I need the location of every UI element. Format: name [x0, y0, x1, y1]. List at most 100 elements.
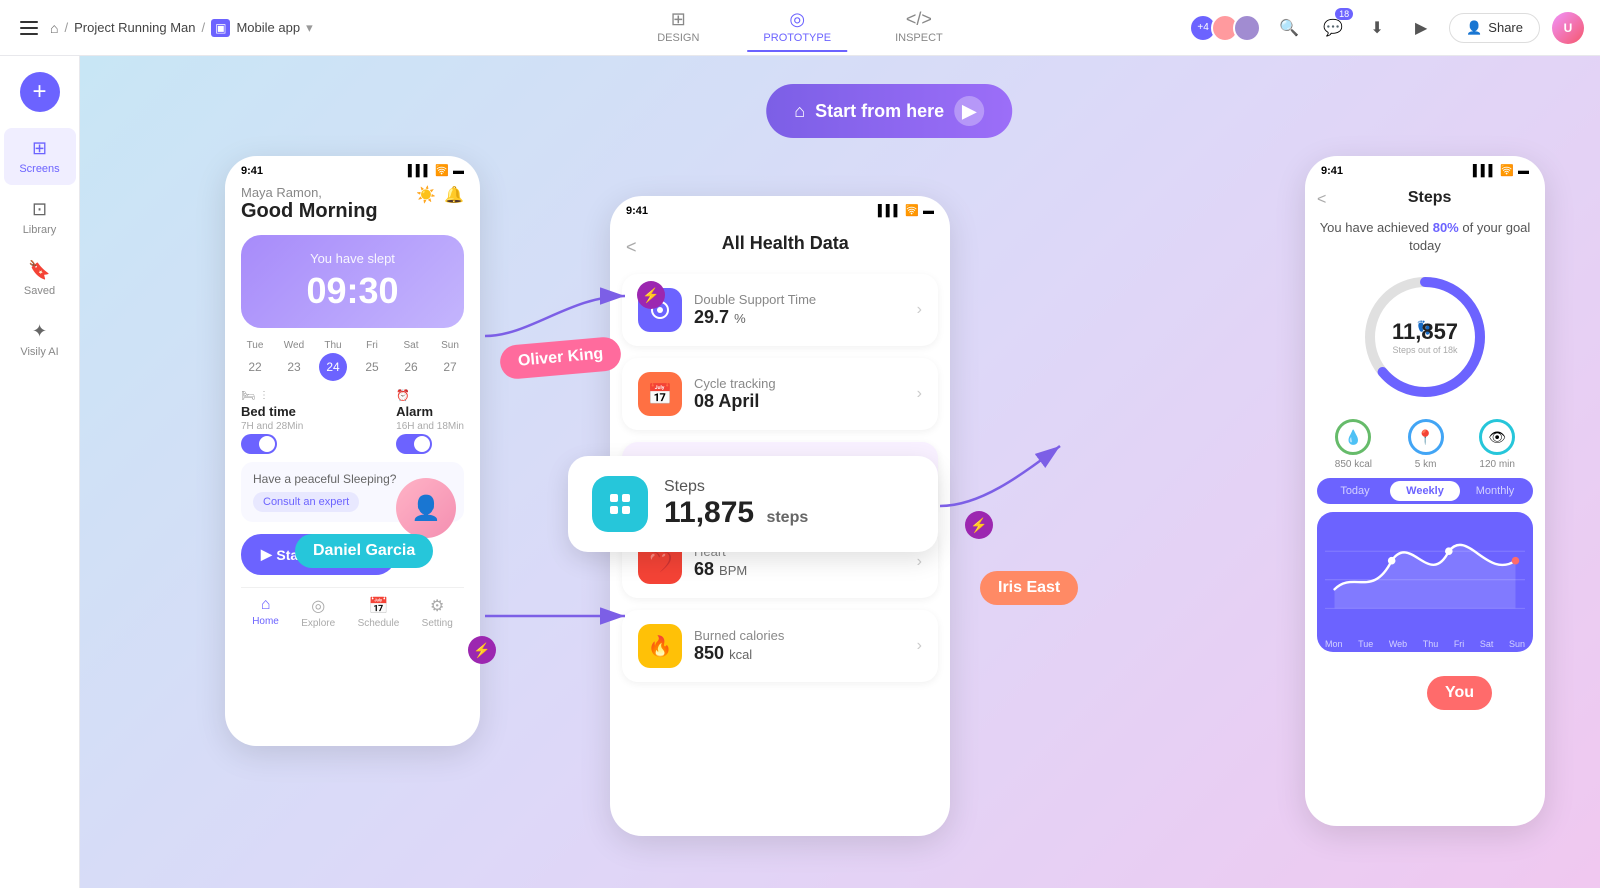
- nav-schedule[interactable]: 📅 Schedule: [358, 596, 400, 629]
- screens-icon: ⊞: [32, 138, 47, 159]
- gauge-center: 11,857 Steps out of 18k: [1392, 319, 1458, 355]
- visily-ai-icon: ✦: [32, 321, 47, 342]
- character-image: 👤: [396, 478, 456, 538]
- notif-badge: 18: [1335, 8, 1353, 20]
- sidebar: + ⊞ Screens ⊡ Library 🔖 Saved ✦ Visily A…: [0, 56, 80, 888]
- tab-design-label: DESIGN: [657, 32, 699, 44]
- home-icon[interactable]: ⌂: [50, 20, 58, 36]
- lightning-1: ⚡: [637, 281, 665, 309]
- daniel-garcia-label: Daniel Garcia: [295, 534, 433, 568]
- prototype-icon: ◎: [789, 9, 805, 30]
- good-morning-text: Good Morning: [241, 200, 378, 223]
- nav-home[interactable]: ⌂ Home: [252, 596, 279, 629]
- day-thu[interactable]: Thu 24: [319, 340, 347, 381]
- phone2-status-icons: ▌▌▌ 🛜 ▬: [878, 204, 934, 217]
- play-button[interactable]: ▶: [1405, 12, 1437, 44]
- wifi-icon3: 🛜: [1500, 164, 1514, 177]
- sleep-label: You have slept: [257, 251, 448, 266]
- health-item-calories[interactable]: 🔥 Burned calories 850 kcal ›: [622, 610, 938, 682]
- start-from-here-button[interactable]: ⌂ Start from here ▶: [766, 84, 1012, 138]
- lightning-2: ⚡: [965, 511, 993, 539]
- alarm-toggle[interactable]: [396, 434, 432, 454]
- search-button[interactable]: 🔍: [1273, 12, 1305, 44]
- sidebar-item-library[interactable]: ⊡ Library: [4, 189, 76, 246]
- signal-icon: ▌▌▌: [408, 165, 431, 177]
- cycle-tracking-icon: 📅: [638, 372, 682, 416]
- visily-ai-label: Visily AI: [20, 346, 58, 358]
- day-sun: Sun 27: [436, 340, 464, 381]
- phone2-statusbar: 9:41 ▌▌▌ 🛜 ▬: [610, 196, 950, 225]
- share-button[interactable]: 👤 Share: [1449, 13, 1540, 43]
- signal-icon3: ▌▌▌: [1473, 165, 1496, 177]
- sidebar-item-screens[interactable]: ⊞ Screens: [4, 128, 76, 185]
- chevron-right-icon2: ›: [917, 385, 922, 403]
- alarm-label: Alarm: [396, 404, 464, 419]
- phone3-back-icon[interactable]: <: [1317, 191, 1326, 209]
- menu-icon[interactable]: [16, 17, 42, 39]
- day-sat: Sat 26: [397, 340, 425, 381]
- alarm-duration: 16H and 18Min: [396, 421, 464, 432]
- topbar-right: +4 🔍 💬 18 ⬇ ▶ 👤 Share U: [1189, 12, 1584, 44]
- page-name[interactable]: Mobile app: [236, 20, 300, 35]
- start-play-icon: ▶: [954, 96, 984, 126]
- topbar: ⌂ / Project Running Man / ▣ Mobile app ▾…: [0, 0, 1600, 56]
- health-item-cycle-tracking[interactable]: 📅 Cycle tracking 08 April ›: [622, 358, 938, 430]
- add-screen-button[interactable]: +: [20, 72, 60, 112]
- phone3: 9:41 ▌▌▌ 🛜 ▬ < Steps You have achieved 8…: [1305, 156, 1545, 826]
- phone1-nav: ⌂ Home ◎ Explore 📅 Schedule ⚙ Setting: [241, 587, 464, 637]
- wifi-icon2: 🛜: [905, 204, 919, 217]
- nav-setting-icon: ⚙: [430, 596, 444, 616]
- double-support-value: 29.7 %: [694, 307, 905, 328]
- phone1: 9:41 ▌▌▌ 🛜 ▬ Maya Ramon, Good Morning ☀️…: [225, 156, 480, 746]
- design-icon: ⊞: [671, 9, 686, 30]
- consult-button[interactable]: Consult an expert: [253, 492, 359, 512]
- topbar-left: ⌂ / Project Running Man / ▣ Mobile app ▾: [16, 17, 1189, 39]
- nav-home-icon: ⌂: [261, 596, 271, 614]
- bed-menu-icon: ⋮: [259, 390, 269, 401]
- tab-inspect[interactable]: </> INSPECT: [879, 3, 959, 52]
- tab-weekly[interactable]: Weekly: [1390, 481, 1460, 501]
- nav-setting[interactable]: ⚙ Setting: [422, 596, 453, 629]
- stats-row: 💧 850 kcal 📍 5 km 👁 120 min: [1317, 419, 1533, 470]
- notifications-button[interactable]: 💬 18: [1317, 12, 1349, 44]
- topbar-center: ⊞ DESIGN ◎ PROTOTYPE </> INSPECT: [641, 3, 959, 52]
- chevron-down-icon[interactable]: ▾: [306, 20, 313, 36]
- cycle-tracking-info: Cycle tracking 08 April: [694, 376, 905, 412]
- nav-explore-label: Explore: [301, 618, 335, 629]
- download-button[interactable]: ⬇: [1361, 12, 1393, 44]
- chart-svg: [1325, 520, 1525, 630]
- sidebar-item-visily-ai[interactable]: ✦ Visily AI: [4, 311, 76, 368]
- nav-explore-icon: ◎: [311, 596, 325, 616]
- phone3-status-icons: ▌▌▌ 🛜 ▬: [1473, 164, 1529, 177]
- day-fri: Fri 25: [358, 340, 386, 381]
- chart-labels: Mon Tue Web Thu Fri Sat Sun: [1325, 635, 1525, 652]
- heart-value: 68 BPM: [694, 559, 905, 580]
- alarm-icon: ⏰: [396, 389, 410, 402]
- inspect-icon: </>: [906, 9, 932, 30]
- canvas: ⌂ Start from here ▶: [80, 56, 1600, 888]
- tab-today[interactable]: Today: [1320, 481, 1390, 501]
- chart-area: Mon Tue Web Thu Fri Sat Sun: [1317, 512, 1533, 652]
- tab-monthly[interactable]: Monthly: [1460, 481, 1530, 501]
- bed-time-item: 🛏 ⋮ Bed time 7H and 28Min: [241, 389, 303, 454]
- bed-time-toggle[interactable]: [241, 434, 277, 454]
- steps-label: Steps: [664, 478, 808, 496]
- health-item-double-support[interactable]: Double Support Time 29.7 % ›: [622, 274, 938, 346]
- home-icon-btn: ⌂: [794, 101, 805, 122]
- sidebar-item-saved[interactable]: 🔖 Saved: [4, 250, 76, 307]
- tab-design[interactable]: ⊞ DESIGN: [641, 3, 715, 52]
- nav-home-label: Home: [252, 616, 279, 627]
- steps-card[interactable]: Steps 11,875 steps: [568, 456, 938, 552]
- tab-prototype[interactable]: ◎ PROTOTYPE: [747, 3, 847, 52]
- user-avatar[interactable]: U: [1552, 12, 1584, 44]
- bed-time-label: Bed time: [241, 404, 303, 419]
- nav-explore[interactable]: ◎ Explore: [301, 596, 335, 629]
- distance-stat-label: 5 km: [1415, 459, 1437, 470]
- project-name[interactable]: Project Running Man: [74, 20, 195, 35]
- phone2-back-icon[interactable]: <: [626, 237, 637, 258]
- sleep-prompt: Have a peaceful Sleeping? 👤 Consult an e…: [241, 462, 464, 522]
- share-icon: 👤: [1466, 20, 1482, 36]
- tab-inspect-label: INSPECT: [895, 32, 943, 44]
- saved-icon: 🔖: [28, 260, 50, 281]
- calories-info: Burned calories 850 kcal: [694, 628, 905, 664]
